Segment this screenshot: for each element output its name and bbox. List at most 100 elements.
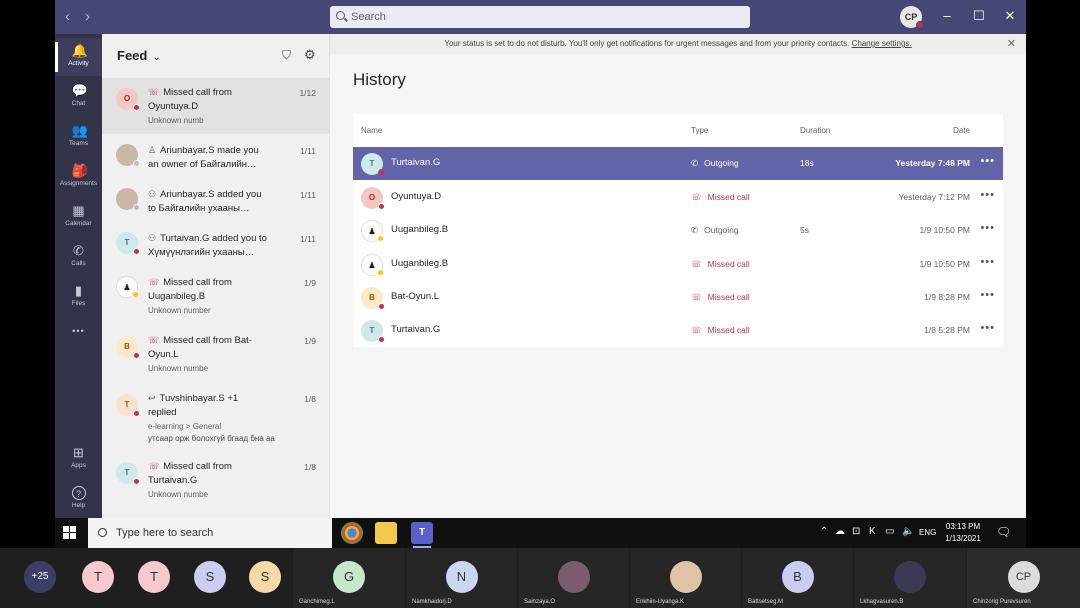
close-icon[interactable]: ✕ — [1007, 34, 1016, 54]
participant-tile[interactable]: N Namkhaidorj.D — [406, 548, 517, 608]
participant-name: Ganchimeg.L — [299, 599, 335, 605]
more-options-icon[interactable]: ••• — [980, 289, 995, 301]
more-options-icon[interactable]: ••• — [980, 256, 995, 268]
row-duration: 18s — [800, 158, 814, 168]
feed-preview: утсаар орж болохгүй бгаад бна аа — [148, 434, 275, 443]
participant-tile-self[interactable]: CP Chinzorig Purevsuren — [967, 548, 1080, 608]
volume-icon[interactable]: 🔈 — [902, 526, 914, 537]
participant-tile[interactable]: T — [126, 548, 182, 608]
clock-time: 03:13 PM — [945, 522, 981, 531]
participant-tile[interactable]: Enkhiin-Uyanga.K — [630, 548, 741, 608]
minimize-button[interactable]: – — [939, 8, 955, 24]
participant-tile[interactable]: S — [238, 548, 292, 608]
teams-app-icon[interactable]: T — [411, 522, 433, 548]
feed-item[interactable]: O ☏ Missed call from Oyuntuya.D Unknown nu… — [102, 78, 329, 134]
avatar: B — [361, 287, 385, 310]
rail-item-activity[interactable]: 🔔 Activity — [55, 38, 102, 76]
notification-icon[interactable]: 🗨 — [996, 525, 1011, 539]
rail-item-files[interactable]: ▮ Files — [55, 278, 102, 316]
status-dot — [133, 160, 140, 167]
windows-start-icon[interactable] — [63, 526, 77, 540]
participant-tile[interactable]: B Battsetseg.M — [742, 548, 853, 608]
participant-tile[interactable]: Sainzaya.O — [518, 548, 629, 608]
chrome-icon[interactable] — [341, 522, 363, 544]
change-settings-link[interactable]: Change settings. — [852, 39, 912, 48]
row-type-text: Missed call — [707, 192, 750, 202]
table-row[interactable]: O Oyuntuya.D ☏ Missed call Yesterday 7:12… — [353, 181, 1003, 214]
feed-item[interactable]: T ⚇ Turtaivan.G added you to Хүмүүнлэгийн … — [102, 224, 329, 268]
table-row[interactable]: ♟ Uuganbileg.B ✆ Outgoing 5s 1/9 10:50 PM… — [353, 214, 1003, 247]
avatar-initial: T — [369, 326, 375, 335]
rail-item-apps[interactable]: ⊞ Apps — [55, 440, 102, 478]
file-explorer-icon[interactable] — [375, 522, 397, 544]
maximize-button[interactable]: ☐ — [971, 8, 987, 24]
more-options-icon[interactable]: ••• — [980, 322, 995, 334]
rail-item-calendar[interactable]: ▦ Calendar — [55, 198, 102, 236]
participant-tile[interactable]: G Ganchimeg.L — [293, 548, 405, 608]
feed-item[interactable]: ⚇ Ariunbayar.S added you to Байгалийн ухаа… — [102, 180, 329, 224]
feed-item-text: ☏ Missed call from Bat- Oyun.L — [148, 333, 298, 362]
table-row[interactable]: T Turtaivan.G ☏ Missed call 1/8 5:28 PM •… — [353, 314, 1003, 347]
rail-label: Help — [71, 502, 86, 509]
column-header-date[interactable]: Date — [953, 126, 970, 135]
status-dot — [378, 203, 385, 210]
gear-icon[interactable]: ⚙ — [304, 47, 316, 63]
more-options-icon[interactable]: ••• — [980, 155, 995, 167]
more-options-icon[interactable]: ••• — [980, 189, 995, 201]
rail-item-assignments[interactable]: 🎒 Assignments — [55, 158, 102, 196]
tray-chevron-icon[interactable]: ⌃ — [820, 526, 828, 537]
participant-tile[interactable]: S — [182, 548, 238, 608]
table-row[interactable]: ♟ Uuganbileg.B ☏ Missed call 1/9 10:50 PM… — [353, 248, 1003, 281]
back-arrow-icon[interactable]: ‹ — [65, 9, 70, 25]
feed-title[interactable]: Feed ⌄ — [117, 48, 161, 63]
participant-overflow[interactable]: +25 — [0, 548, 80, 608]
forward-arrow-icon[interactable]: › — [85, 9, 90, 25]
close-button[interactable]: ✕ — [1002, 8, 1018, 24]
history-table: Name Type Duration Date T Turtaivan.G ✆ O… — [353, 114, 1003, 347]
status-dot — [378, 169, 385, 176]
rail-item-help[interactable]: ? Help — [55, 480, 102, 518]
search-bar[interactable]: Search — [330, 6, 750, 28]
taskbar-clock[interactable]: 03:13 PM 1/13/2021 — [933, 521, 993, 545]
avatar-initial: T — [124, 238, 130, 247]
feed-line2: replied — [148, 407, 177, 418]
taskbar-search[interactable]: Type here to search — [88, 518, 332, 548]
rail-item-chat[interactable]: 💬 Chat — [55, 78, 102, 116]
filter-icon[interactable]: ⛉ — [282, 48, 291, 63]
network-icon[interactable]: ▭ — [885, 526, 894, 537]
participant-tile[interactable]: Lkhagvasuren.B — [854, 548, 966, 608]
table-row[interactable]: B Bat-Oyun.L ☏ Missed call 1/9 8:28 PM ••… — [353, 281, 1003, 314]
avatar-initial: B — [124, 342, 130, 351]
windows-taskbar: Type here to search T ⌃ ☁ ⊡ K ▭ 🔈 ENG 03… — [55, 518, 1026, 548]
table-row[interactable]: T Turtaivan.G ✆ Outgoing 18s Yesterday 7:… — [353, 147, 1003, 180]
user-avatar[interactable]: CP — [900, 6, 924, 29]
feed-item[interactable]: T ☏ Missed call from Turtaivan.G Unknown n… — [102, 452, 329, 510]
column-header-type[interactable]: Type — [691, 126, 708, 135]
row-type: ☏ Missed call — [691, 192, 750, 203]
rail-item-calls[interactable]: ✆ Calls — [55, 238, 102, 276]
feed-line2: Uuganbileg.B — [148, 291, 206, 302]
participant-tile[interactable]: T — [70, 548, 126, 608]
feed-item[interactable]: B ☏ Missed call from Bat- Oyun.L Unknown n… — [102, 326, 329, 384]
participant-avatar: N — [445, 561, 478, 593]
feed-item[interactable]: ♟ ☏ Missed call from Uuganbileg.B Unknown … — [102, 268, 329, 326]
participant-avatar: B — [781, 561, 814, 593]
keyboard-k-icon[interactable]: K — [869, 526, 876, 537]
avatar-initial: T — [124, 400, 130, 409]
status-dot — [133, 248, 140, 255]
avatar: T — [361, 320, 385, 343]
feed-line1: Ariunbayar.S added you — [160, 189, 262, 200]
onedrive-icon[interactable]: ☁ — [835, 526, 845, 537]
column-header-duration[interactable]: Duration — [800, 126, 830, 135]
feed-item[interactable]: ♙ Ariunbayar.S made you an owner of Байгал… — [102, 136, 329, 180]
column-header-name[interactable]: Name — [361, 126, 382, 135]
avatar: T — [116, 394, 140, 417]
rail-item-more[interactable]: ••• — [55, 318, 102, 356]
feed-line1: Ariunbayar.S made you — [160, 145, 259, 156]
tray-app-icon[interactable]: ⊡ — [852, 526, 860, 537]
more-options-icon[interactable]: ••• — [980, 222, 995, 234]
feed-item[interactable]: T ↩ Tuvshinbayar.S +1 replied e-learning >… — [102, 384, 329, 450]
calendar-icon: ▦ — [72, 203, 85, 218]
rail-item-teams[interactable]: 👥 Teams — [55, 118, 102, 156]
avatar-initial: B — [369, 293, 375, 302]
